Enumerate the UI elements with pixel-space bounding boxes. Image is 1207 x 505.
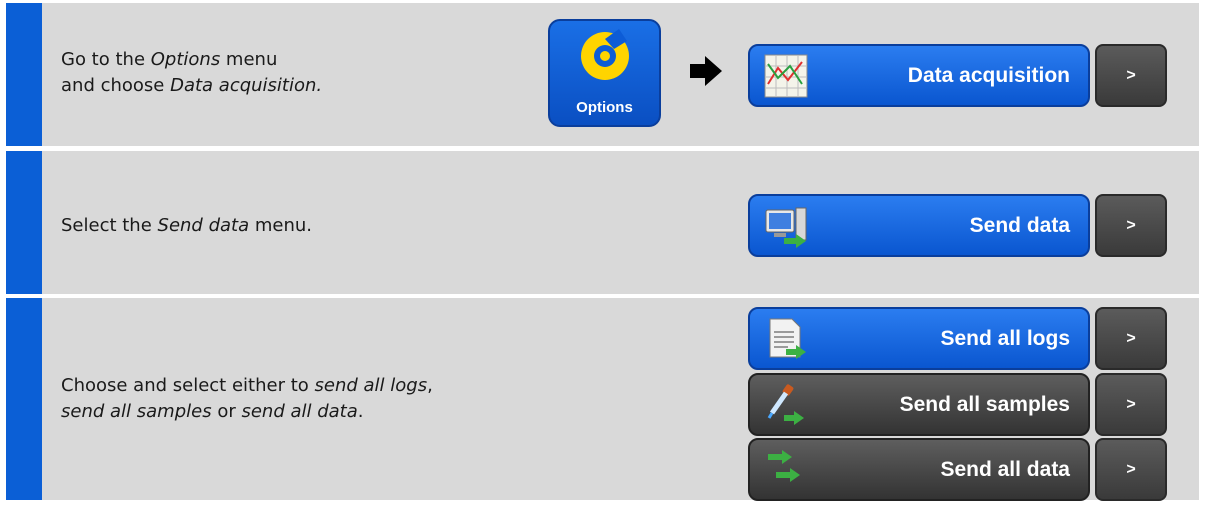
data-acquisition-label: Data acquisition	[907, 63, 1070, 87]
double-arrow-transfer-icon	[768, 450, 800, 482]
right-arrow-icon	[690, 56, 722, 86]
data-acquisition-chevron-button[interactable]: >	[1095, 44, 1167, 107]
step-3-instruction: Choose and select either to send all log…	[61, 375, 433, 422]
send-all-samples-label: Send all samples	[899, 392, 1070, 416]
send-all-samples-chevron-button[interactable]: >	[1095, 373, 1167, 436]
step-1-instruction: Go to the Options menu and choose Data a…	[61, 49, 323, 96]
step-accent-bar	[6, 151, 42, 294]
computer-transfer-icon	[765, 207, 807, 248]
send-all-data-chevron-button[interactable]: >	[1095, 438, 1167, 501]
send-all-logs-button[interactable]: Send all logs	[748, 307, 1090, 370]
send-data-chevron-button[interactable]: >	[1095, 194, 1167, 257]
chart-icon	[764, 54, 808, 98]
step-accent-bar	[6, 3, 42, 146]
data-acquisition-button[interactable]: Data acquisition	[748, 44, 1090, 107]
send-all-samples-button[interactable]: Send all samples	[748, 373, 1090, 436]
options-app-icon[interactable]: Options	[548, 19, 661, 127]
send-all-data-label: Send all data	[940, 457, 1070, 481]
send-data-label: Send data	[969, 213, 1070, 237]
send-all-logs-chevron-button[interactable]: >	[1095, 307, 1167, 370]
options-label: Options	[576, 99, 633, 116]
send-all-logs-label: Send all logs	[940, 326, 1070, 350]
pipette-transfer-icon	[767, 384, 804, 425]
wrench-icon	[581, 29, 629, 80]
step-2-instruction: Select the Send data menu.	[61, 215, 312, 236]
document-transfer-icon	[769, 318, 806, 359]
step-accent-bar	[6, 298, 42, 500]
send-all-data-button[interactable]: Send all data	[748, 438, 1090, 501]
send-data-button[interactable]: Send data	[748, 194, 1090, 257]
